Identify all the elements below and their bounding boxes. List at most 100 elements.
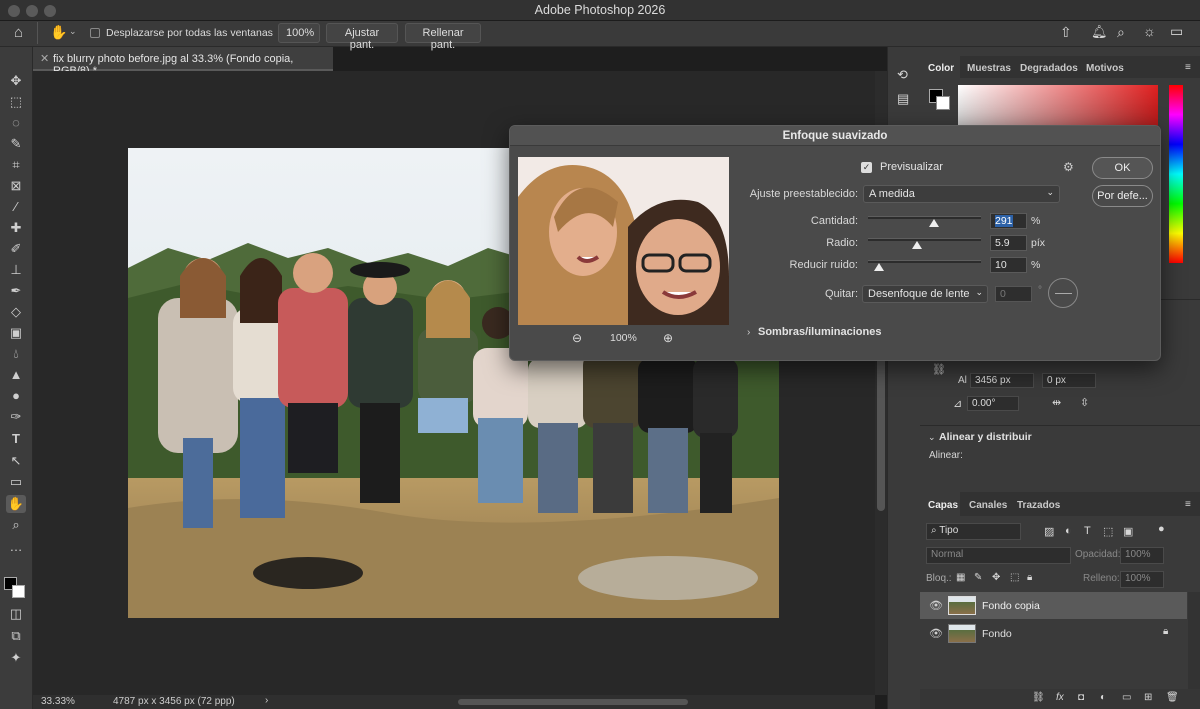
workspace-icon[interactable]: ▭ <box>1170 23 1183 40</box>
default-button[interactable]: Por defe... <box>1092 185 1153 207</box>
layer-name[interactable]: Fondo copia <box>982 600 1040 612</box>
layers-scrollbar[interactable] <box>1188 592 1200 692</box>
new-layer-icon[interactable]: ⊞ <box>1144 692 1152 703</box>
radius-input[interactable]: 5.9 <box>990 235 1027 251</box>
path-select-icon[interactable]: ↖ <box>6 452 26 470</box>
filter-pixel-icon[interactable]: ▨ <box>1044 525 1054 538</box>
remove-angle-input[interactable]: 0 <box>995 286 1032 302</box>
radius-slider-thumb[interactable] <box>911 241 922 249</box>
blend-mode-select[interactable]: Normal <box>926 547 1071 564</box>
lock-position-icon[interactable]: ✥ <box>992 572 1000 583</box>
gradient-tool-icon[interactable]: ▣ <box>6 324 26 342</box>
marquee-tool-icon[interactable]: ⬚ <box>6 93 26 111</box>
tab-swatches[interactable]: Muestras <box>967 63 1011 74</box>
lock-all-icon[interactable]: 🔒︎ <box>1027 572 1032 583</box>
visibility-eye-icon[interactable]: 👁︎ <box>929 599 943 612</box>
filter-toggle-icon[interactable]: ● <box>1158 523 1165 535</box>
fx-icon[interactable]: fx <box>1056 692 1064 703</box>
tab-layers[interactable]: Capas <box>928 500 958 511</box>
amount-slider-thumb[interactable] <box>928 219 939 227</box>
layer-filter-select[interactable]: ⌕ Tipo <box>926 523 1021 540</box>
bell-icon[interactable]: 🔔︎ <box>1091 24 1108 40</box>
type-tool-icon[interactable]: T <box>6 430 26 448</box>
noise-input[interactable]: 10 <box>990 257 1027 273</box>
filter-adjust-icon[interactable]: ◐ <box>1065 525 1072 537</box>
filter-smart-icon[interactable]: ▣ <box>1123 525 1133 538</box>
close-tab-icon[interactable]: ✕ <box>40 52 49 65</box>
remove-select[interactable]: Desenfoque de lente ⌄ <box>862 285 988 303</box>
lock-transparent-icon[interactable]: ▦ <box>956 572 965 583</box>
hand-tool-icon[interactable]: ✋ <box>50 24 67 41</box>
y-input[interactable]: 0 px <box>1042 373 1096 388</box>
zoom-out-icon[interactable]: ⊖ <box>572 331 582 345</box>
horizontal-scrollbar-thumb[interactable] <box>458 699 688 705</box>
lock-artboard-icon[interactable]: ⬚ <box>1010 572 1019 583</box>
home-icon[interactable]: ⌂ <box>14 24 23 41</box>
background-color-swatch[interactable] <box>12 585 25 598</box>
add-mask-icon[interactable]: ◘ <box>1078 692 1084 703</box>
history-panel-icon[interactable]: ⟲ <box>897 67 908 83</box>
document-tab[interactable]: ✕ fix blurry photo before.jpg al 33.3% (… <box>33 47 333 77</box>
hue-slider[interactable] <box>1169 85 1183 263</box>
chevron-down-icon[interactable]: ⌄ <box>928 432 936 443</box>
lock-image-icon[interactable]: ✎ <box>974 572 982 583</box>
search-icon[interactable]: ⌕ <box>1117 24 1125 41</box>
opacity-input[interactable]: 100% <box>1120 547 1164 564</box>
edit-toolbar-icon[interactable]: ✦ <box>6 649 26 667</box>
zoom-tool-icon[interactable]: ⌕ <box>6 516 26 534</box>
frame-tool-icon[interactable]: ⊠ <box>6 177 26 195</box>
lightbulb-icon[interactable]: ☼ <box>1143 23 1156 39</box>
color-background-swatch[interactable] <box>936 96 950 110</box>
radius-slider-track[interactable] <box>868 238 981 241</box>
chevron-down-icon[interactable]: ⌄ <box>69 26 77 37</box>
preview-checkbox[interactable]: ✓ <box>861 162 872 173</box>
filter-type-icon[interactable]: T <box>1084 525 1091 537</box>
screen-mode-icon[interactable]: ⧉ <box>6 627 26 645</box>
angle-input[interactable]: 0.00° <box>967 396 1019 411</box>
eyedropper-tool-icon[interactable]: ⁄ <box>6 198 26 216</box>
link-layers-icon[interactable]: ⛓︎ <box>1032 692 1045 703</box>
chevron-right-icon[interactable]: › <box>265 695 268 706</box>
flip-horizontal-icon[interactable]: ⇹ <box>1052 396 1061 409</box>
gear-icon[interactable]: ⚙︎ <box>1063 160 1074 174</box>
zoom-in-icon[interactable]: ⊕ <box>663 331 673 345</box>
healing-brush-icon[interactable]: ✚ <box>6 219 26 237</box>
noise-slider-thumb[interactable] <box>874 263 885 271</box>
tab-paths[interactable]: Trazados <box>1017 500 1060 511</box>
noise-slider-track[interactable] <box>868 260 981 263</box>
share-icon[interactable]: ⇧ <box>1060 24 1072 41</box>
panel-menu-icon[interactable]: ≡ <box>1185 62 1191 73</box>
filter-shape-icon[interactable]: ⬚ <box>1103 525 1113 538</box>
preview-image[interactable] <box>518 157 729 325</box>
amount-input[interactable]: 291 <box>990 213 1027 229</box>
shadows-highlights-toggle[interactable]: Sombras/iluminaciones <box>758 326 881 338</box>
stamp-tool-icon[interactable]: ⊥ <box>6 261 26 279</box>
fill-input[interactable]: 100% <box>1120 571 1164 588</box>
crop-tool-icon[interactable]: ⌗ <box>6 156 26 174</box>
eraser-tool-icon[interactable]: ◇ <box>6 303 26 321</box>
quick-mask-icon[interactable]: ◫ <box>6 605 26 623</box>
chevron-right-icon[interactable]: › <box>747 327 750 338</box>
hand-tool-icon[interactable]: ✋ <box>6 495 26 513</box>
tab-patterns[interactable]: Motivos <box>1086 63 1124 74</box>
move-tool-icon[interactable]: ✥ <box>6 72 26 90</box>
tab-color[interactable]: Color <box>928 63 954 74</box>
pen-tool-icon[interactable]: ✑ <box>6 408 26 426</box>
panel-menu-icon[interactable]: ≡ <box>1185 499 1191 510</box>
ok-button[interactable]: OK <box>1092 157 1153 179</box>
link-icon[interactable]: ⛓︎ <box>932 363 946 376</box>
fit-screen-button[interactable]: Ajustar pant. <box>326 23 398 51</box>
lasso-tool-icon[interactable]: ◌ <box>6 114 26 132</box>
layer-row[interactable]: 👁︎ Fondo 🔒︎ <box>920 620 1187 647</box>
layer-row-selected[interactable]: 👁︎ Fondo copia <box>920 592 1187 619</box>
adjustment-layer-icon[interactable]: ◐ <box>1100 692 1106 703</box>
blur-tool-icon[interactable]: 💧︎ <box>6 345 26 363</box>
quick-select-tool-icon[interactable]: ✎ <box>6 135 26 153</box>
height-input[interactable]: 3456 px <box>970 373 1034 388</box>
rectangle-tool-icon[interactable]: ▭ <box>6 473 26 491</box>
flip-vertical-icon[interactable]: ⇳ <box>1080 396 1089 409</box>
amount-slider-track[interactable] <box>868 216 981 219</box>
tab-gradients[interactable]: Degradados <box>1020 63 1078 74</box>
comments-panel-icon[interactable]: ▤ <box>897 91 909 107</box>
sharpen-tool-icon[interactable]: ▲ <box>6 366 26 384</box>
